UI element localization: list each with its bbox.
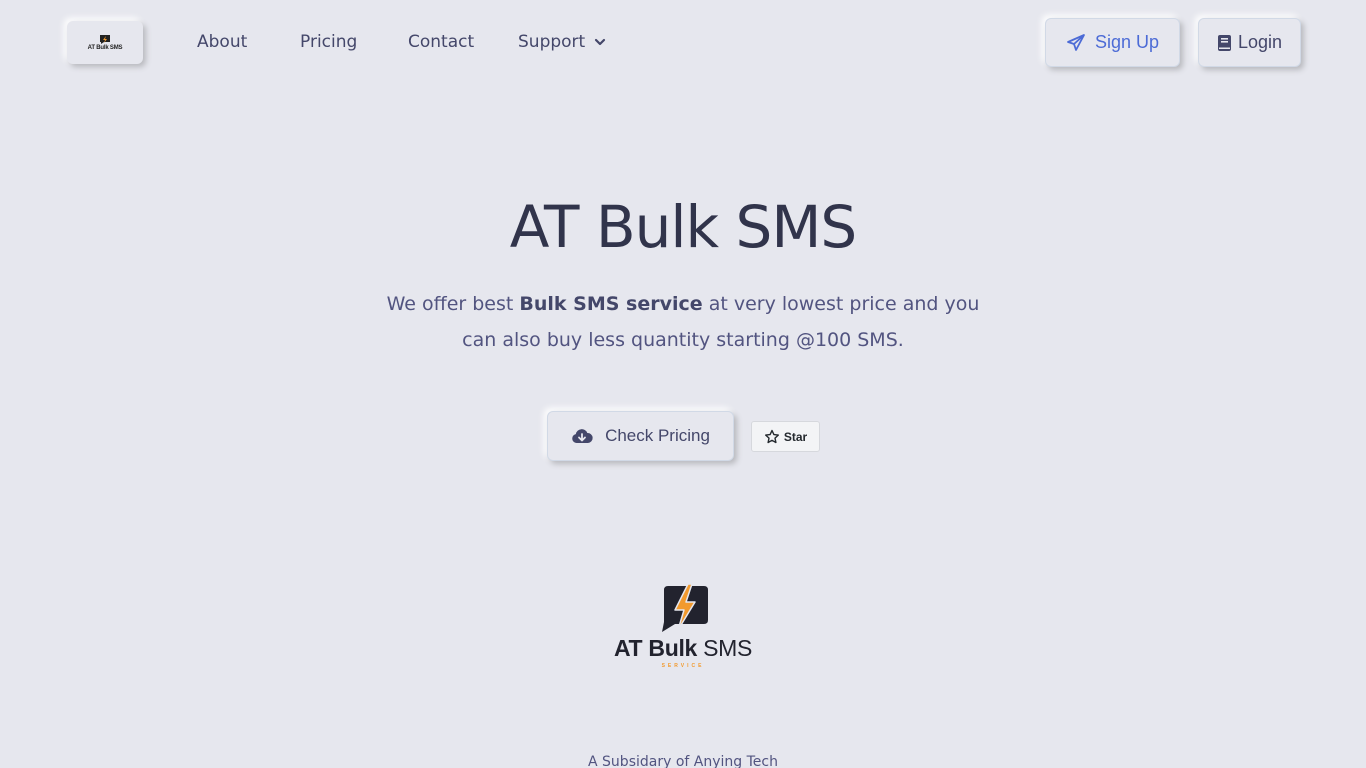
star-outline-icon [764,429,779,443]
github-star-button[interactable]: Star [751,421,820,452]
footer-subsidiary-text: A Subsidary of Anying Tech [588,754,778,768]
hero-subtitle: We offer best Bulk SMS service at very l… [383,286,983,358]
paper-plane-icon [1067,33,1085,51]
brand-mini-icon [100,34,110,44]
nav-link-about[interactable]: About [197,31,247,53]
check-pricing-label: Check Pricing [605,426,710,445]
nav-link-support-label: Support [518,32,586,52]
navbar: AT Bulk SMS About Pricing Contact Suppor… [0,0,1366,86]
logo-text-regular: SMS [697,635,753,661]
nav-link-contact[interactable]: Contact [408,31,474,53]
brand-logo: AT Bulk SMS SERVICE [600,582,766,674]
login-button[interactable]: Login [1198,18,1301,67]
hero-subtitle-pre: We offer best [386,293,520,315]
logo-text: AT Bulk SMS [600,634,766,662]
logo-subtext: SERVICE [661,663,705,669]
brand-mini-text: AT Bulk SMS [87,44,123,51]
sign-up-label: Sign Up [1094,32,1160,52]
login-label: Login [1237,32,1283,52]
brand-logo-button[interactable]: AT Bulk SMS [67,21,143,64]
nav-link-support[interactable]: Support [518,31,607,53]
hero-subtitle-bold: Bulk SMS service [519,293,703,315]
chat-bolt-icon [662,584,708,632]
logo-text-bold: AT Bulk [613,635,698,661]
nav-link-pricing[interactable]: Pricing [300,31,357,53]
sign-up-button[interactable]: Sign Up [1045,18,1180,67]
star-label: Star [783,429,808,444]
cloud-download-icon [572,429,593,443]
check-pricing-button[interactable]: Check Pricing [547,411,734,461]
book-icon [1217,34,1231,51]
hero-title: AT Bulk SMS [509,193,857,261]
chevron-down-icon [595,38,606,46]
